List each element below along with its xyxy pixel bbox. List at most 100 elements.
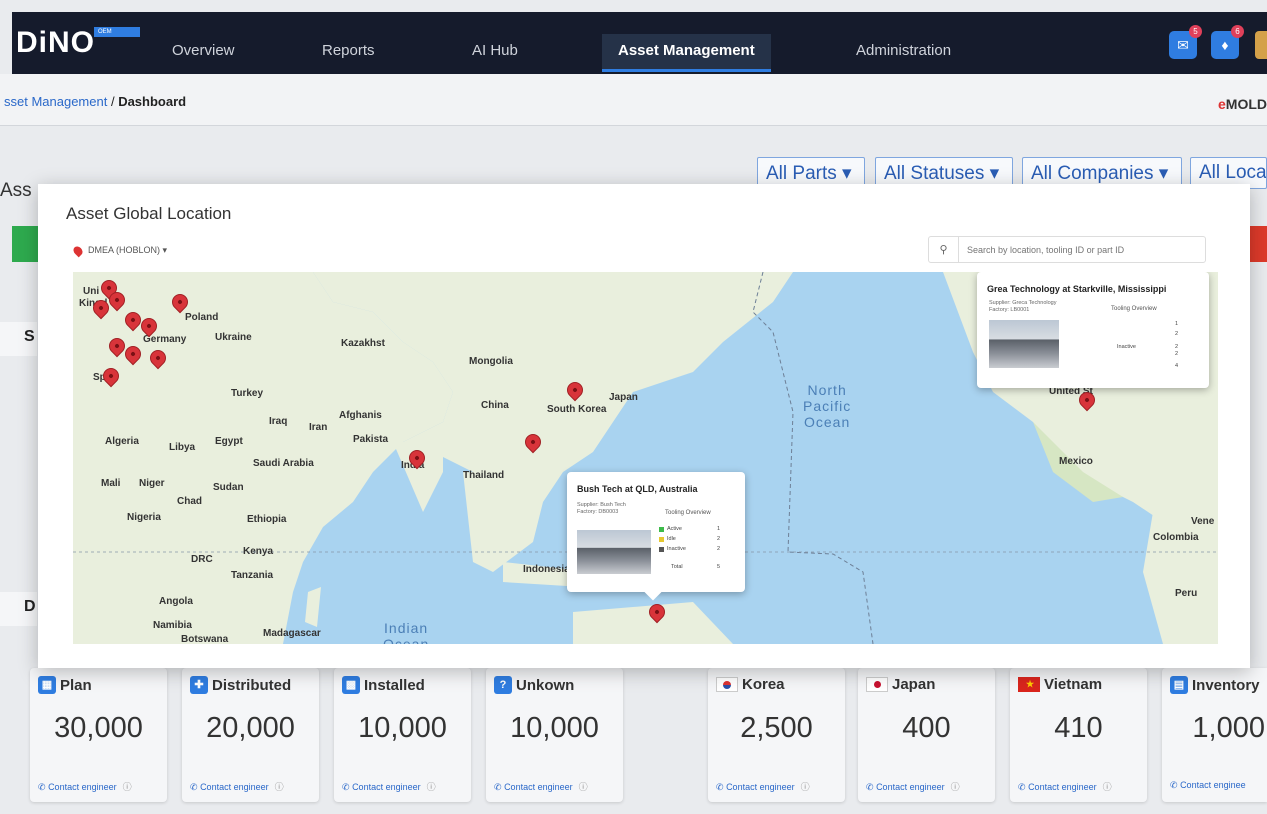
card-value: 30,000 bbox=[54, 712, 143, 744]
stat-card-distributed[interactable]: ✚ Distributed 20,000 ✆ Contact engineer ⓘ bbox=[182, 668, 319, 802]
map-label: Libya bbox=[169, 442, 196, 453]
facility-photo bbox=[577, 530, 651, 574]
map-label: Pakista bbox=[353, 434, 389, 445]
location-filter-label: DMEA (HOBLON) ▾ bbox=[88, 245, 168, 255]
stat-card-inventory[interactable]: ▤ Inventory 1,000 ✆ Contact enginee bbox=[1162, 668, 1267, 802]
info-icon: ⓘ bbox=[274, 782, 284, 792]
contact-engineer-link[interactable]: ✆ Contact engineer ⓘ bbox=[342, 780, 436, 793]
map-label: Mali bbox=[101, 478, 121, 489]
card-label: Korea bbox=[742, 676, 785, 693]
contact-engineer-link[interactable]: ✆ Contact engineer ⓘ bbox=[38, 780, 132, 793]
stat-card-unknown[interactable]: ? Unkown 10,000 ✆ Contact engineer ⓘ bbox=[486, 668, 623, 802]
bell-icon[interactable]: ♦ 6 bbox=[1211, 25, 1244, 59]
map-label: South Korea bbox=[547, 404, 607, 415]
stat-card-japan[interactable]: Japan 400 ✆ Contact engineer ⓘ bbox=[858, 668, 995, 802]
map-label: DRC bbox=[191, 554, 213, 565]
nav-overview[interactable]: Overview bbox=[172, 42, 235, 59]
info-icon: ⓘ bbox=[950, 782, 960, 792]
card-value: 20,000 bbox=[206, 712, 295, 744]
map-label: Mongolia bbox=[469, 356, 513, 367]
location-filter-dropdown[interactable]: DMEA (HOBLON) ▾ bbox=[71, 244, 168, 257]
popup-title: Bush Tech at QLD, Australia bbox=[577, 484, 698, 494]
breadcrumb-separator: / bbox=[107, 94, 119, 109]
stat-card-korea[interactable]: Korea 2,500 ✆ Contact engineer ⓘ bbox=[708, 668, 845, 802]
phone-icon: ✆ bbox=[866, 782, 874, 792]
popup-row: Inactive 2 bbox=[1117, 344, 1179, 350]
user-avatar[interactable] bbox=[1255, 31, 1267, 59]
brand-logo: eMOLD bbox=[1217, 96, 1267, 112]
breadcrumb-bar: sset Management / Dashboard eMOLD bbox=[0, 74, 1267, 126]
popup-title: Grea Technology at Starkville, Mississip… bbox=[987, 284, 1167, 294]
info-icon: ⓘ bbox=[800, 782, 810, 792]
stat-card-plan[interactable]: ▦ Plan 30,000 ✆ Contact engineer ⓘ bbox=[30, 668, 167, 802]
location-popup-us[interactable]: Grea Technology at Starkville, Mississip… bbox=[977, 272, 1209, 388]
phone-icon: ✆ bbox=[190, 782, 198, 792]
phone-icon: ✆ bbox=[1018, 782, 1026, 792]
contact-engineer-link[interactable]: ✆ Contact engineer ⓘ bbox=[190, 780, 284, 793]
world-map[interactable]: Uni Kingd Poland Ukraine Germany Spa Kaz… bbox=[73, 272, 1218, 644]
chat-count-badge: 5 bbox=[1189, 25, 1202, 38]
map-label: China bbox=[481, 400, 509, 411]
stat-card-installed[interactable]: ▩ Installed 10,000 ✆ Contact engineer ⓘ bbox=[334, 668, 471, 802]
popup-row-active: Active 1 bbox=[659, 526, 720, 532]
contact-engineer-link[interactable]: ✆ Contact engineer ⓘ bbox=[716, 780, 810, 793]
chevron-down-icon: ▾ bbox=[842, 163, 852, 184]
card-label: Inventory bbox=[1192, 676, 1260, 694]
search-icon[interactable]: ⚲ bbox=[929, 237, 959, 262]
info-icon: ⓘ bbox=[426, 782, 436, 792]
popup-meta: Supplier: Bush Tech Factory: DB0003 bbox=[577, 502, 626, 515]
card-value: 10,000 bbox=[358, 712, 447, 744]
breadcrumb-parent-link[interactable]: sset Management bbox=[4, 94, 107, 109]
phone-icon: ✆ bbox=[494, 782, 502, 792]
contact-engineer-link[interactable]: ✆ Contact enginee bbox=[1170, 780, 1246, 791]
phone-icon: ✆ bbox=[342, 782, 350, 792]
nav-ai-hub[interactable]: AI Hub bbox=[472, 42, 518, 59]
breadcrumb-current: Dashboard bbox=[118, 94, 187, 109]
phone-icon: ✆ bbox=[1170, 780, 1178, 790]
popup-row-total: Total 5 bbox=[671, 564, 721, 570]
card-label: Distributed bbox=[212, 676, 292, 694]
map-label: Angola bbox=[159, 596, 193, 607]
ocean-label-indian: Indian Ocean bbox=[383, 620, 430, 644]
nav-asset-management[interactable]: Asset Management bbox=[602, 34, 771, 72]
app-logo[interactable]: DiNO bbox=[16, 26, 95, 60]
popup-row-inactive: Inactive 2 bbox=[659, 546, 720, 552]
popup-tooling-title: Tooling Overview bbox=[665, 510, 711, 516]
map-label: Ukraine bbox=[215, 332, 252, 343]
breadcrumb: sset Management / Dashboard bbox=[4, 94, 186, 109]
location-popup-australia[interactable]: Bush Tech at QLD, Australia Supplier: Bu… bbox=[567, 472, 745, 601]
map-label: Poland bbox=[185, 312, 219, 323]
vietnam-flag-icon: ★ bbox=[1018, 677, 1040, 692]
bell-count-badge: 6 bbox=[1231, 25, 1244, 38]
chevron-down-icon: ▾ bbox=[989, 163, 1000, 184]
section-heading-partial: Ass bbox=[0, 180, 32, 201]
card-label: Vietnam bbox=[1044, 676, 1103, 693]
nav-administration[interactable]: Administration bbox=[856, 42, 951, 59]
calendar-icon: ▦ bbox=[38, 676, 56, 694]
map-label: Peru bbox=[1175, 588, 1198, 599]
distribute-icon: ✚ bbox=[190, 676, 208, 694]
status-bar-green bbox=[12, 226, 38, 262]
section-d-heading: D bbox=[0, 592, 37, 626]
status-bar-red bbox=[1250, 226, 1267, 262]
contact-engineer-link[interactable]: ✆ Contact engineer ⓘ bbox=[1018, 780, 1112, 793]
nav-reports[interactable]: Reports bbox=[322, 42, 375, 59]
map-label: Tanzania bbox=[231, 570, 274, 581]
contact-engineer-link[interactable]: ✆ Contact engineer ⓘ bbox=[866, 780, 960, 793]
top-navigation-bar: DiNO OEM Overview Reports AI Hub Asset M… bbox=[12, 12, 1267, 74]
ocean-label-north-pacific: North Pacific Ocean bbox=[803, 382, 852, 430]
stat-card-vietnam[interactable]: ★ Vietnam 410 ✆ Contact engineer ⓘ bbox=[1010, 668, 1147, 802]
map-label: Sudan bbox=[213, 482, 244, 493]
map-label: Uni bbox=[83, 286, 100, 297]
map-label: Afghanis bbox=[339, 410, 382, 421]
card-value: 10,000 bbox=[510, 712, 599, 744]
map-search-input[interactable] bbox=[959, 244, 1199, 255]
popup-meta: Supplier: Greca Technology Factory: LB000… bbox=[989, 300, 1057, 313]
map-label: Mexico bbox=[1059, 456, 1093, 467]
contact-engineer-link[interactable]: ✆ Contact engineer ⓘ bbox=[494, 780, 588, 793]
chat-icon[interactable]: ✉ 5 bbox=[1169, 25, 1202, 59]
card-value: 1,000 bbox=[1192, 712, 1265, 744]
map-label: Thailand bbox=[463, 470, 505, 481]
korea-flag-icon bbox=[716, 677, 738, 692]
popup-row-idle: Idle 2 bbox=[659, 536, 720, 542]
